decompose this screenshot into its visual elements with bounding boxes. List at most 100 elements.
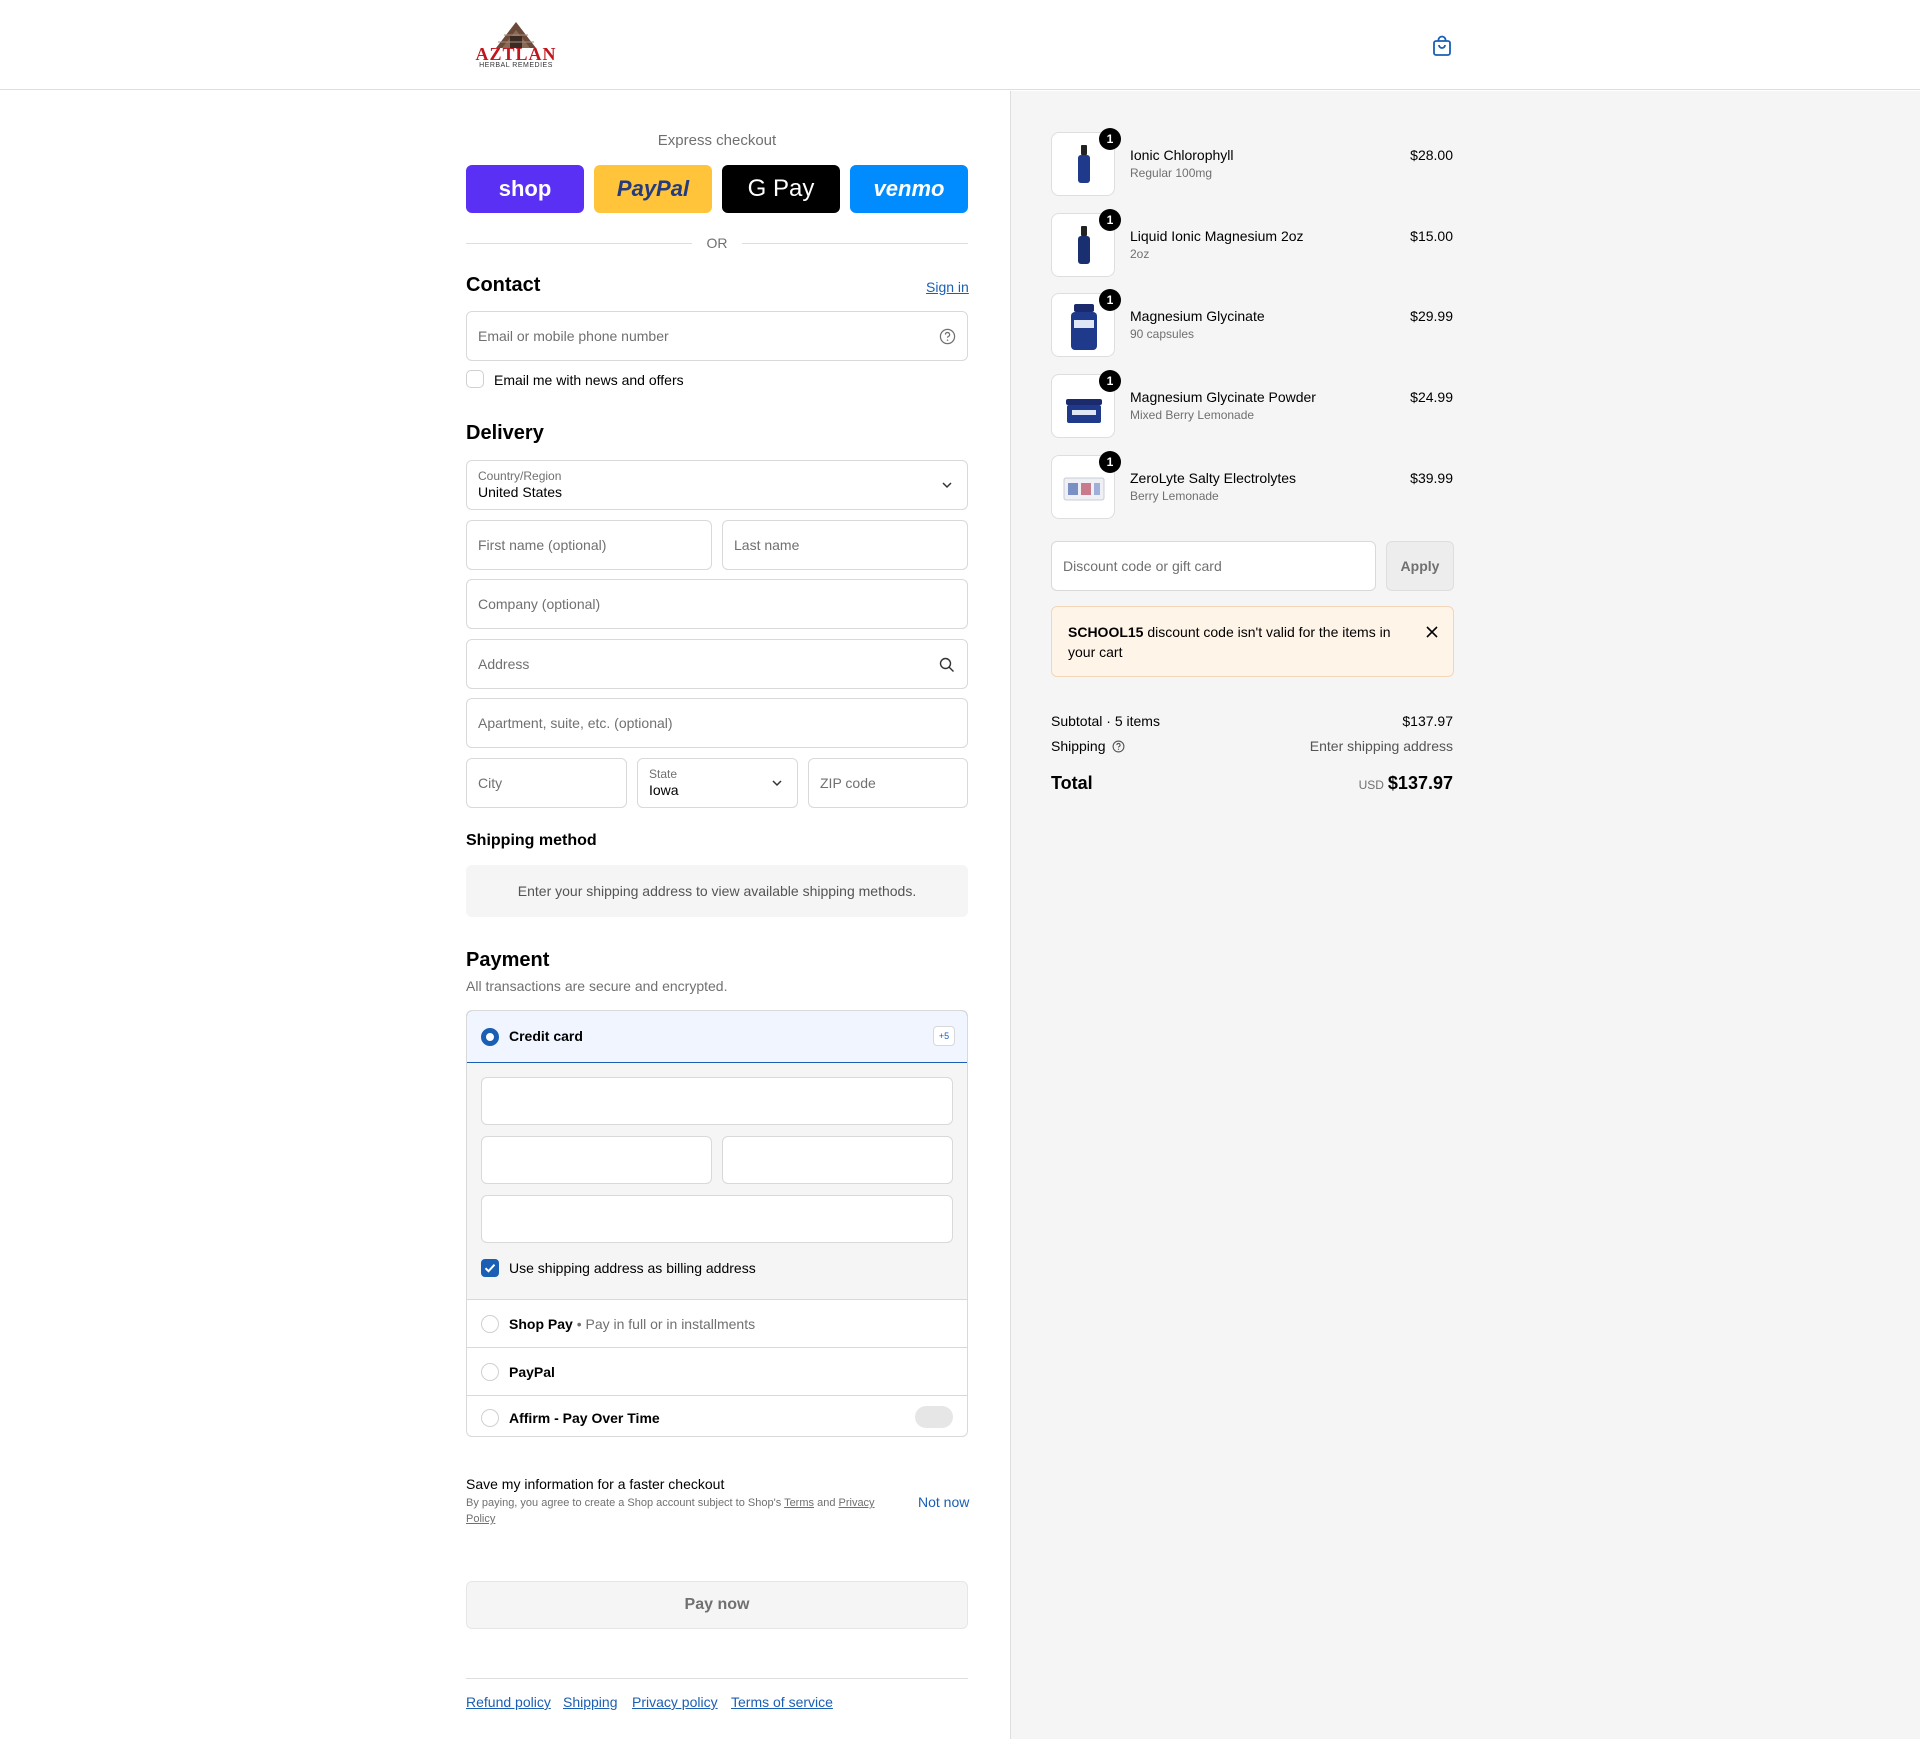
credit-card-radio[interactable]: [481, 1028, 499, 1046]
discount-error-message: SCHOOL15 discount code isn't valid for t…: [1068, 622, 1398, 662]
shipping-label-row: Shipping: [1051, 738, 1125, 754]
product-name: Magnesium Glycinate Powder: [1130, 389, 1316, 405]
paypal-radio[interactable]: [481, 1363, 499, 1381]
pay-now-label: Pay now: [684, 1596, 750, 1613]
venmo-express-button[interactable]: venmo: [850, 165, 968, 213]
first-name-input[interactable]: [467, 521, 711, 569]
apartment-field[interactable]: [466, 698, 968, 748]
product-price: $24.99: [1410, 389, 1453, 405]
express-checkout-title: Express checkout: [657, 132, 777, 149]
state-label: State: [649, 767, 678, 781]
affirm-option[interactable]: Affirm - Pay Over Time: [467, 1396, 967, 1436]
help-circle-icon[interactable]: [939, 328, 956, 345]
credit-card-option[interactable]: Credit card +5: [467, 1011, 967, 1063]
refund-policy-link[interactable]: Refund policy: [466, 1694, 551, 1710]
paypal-option[interactable]: PayPal: [467, 1348, 967, 1396]
more-cards-badge: +5: [933, 1026, 955, 1046]
total-value-row: USD $137.97: [1359, 773, 1453, 794]
payment-heading: Payment: [466, 949, 550, 971]
chevron-down-icon: [772, 780, 782, 787]
currency-code: USD: [1358, 778, 1384, 792]
shop-label: shop: [498, 176, 552, 201]
affirm-radio[interactable]: [481, 1409, 499, 1427]
state-select[interactable]: State Iowa: [637, 758, 798, 808]
credit-card-details: Use shipping address as billing address: [467, 1063, 967, 1300]
card-expiry-field[interactable]: [481, 1136, 712, 1184]
pay-now-button[interactable]: Pay now: [466, 1581, 968, 1629]
newsletter-checkbox[interactable]: [466, 370, 484, 388]
total-value: $137.97: [1387, 773, 1453, 793]
aztlan-logo[interactable]: AZTLAN HERBAL REMEDIES: [466, 18, 566, 72]
sign-in-link[interactable]: Sign in: [926, 279, 969, 295]
terms-of-service-link[interactable]: Terms of service: [731, 1694, 833, 1710]
footer-divider: [466, 1678, 968, 1679]
product-variant: 2oz: [1130, 247, 1150, 261]
zip-field[interactable]: [808, 758, 968, 808]
country-value: United States: [478, 484, 563, 500]
product-variant: Regular 100mg: [1130, 166, 1213, 180]
or-divider-text: OR: [706, 235, 728, 251]
delivery-heading: Delivery: [466, 422, 544, 444]
email-input[interactable]: [467, 312, 967, 360]
last-name-input[interactable]: [723, 521, 967, 569]
company-input[interactable]: [467, 580, 967, 628]
product-name: ZeroLyte Salty Electrolytes: [1130, 470, 1296, 486]
shopping-bag-icon[interactable]: [1430, 34, 1454, 58]
apartment-input[interactable]: [467, 699, 967, 747]
help-circle-icon[interactable]: [1112, 740, 1125, 753]
discount-code: SCHOOL15: [1068, 624, 1144, 640]
close-icon[interactable]: [1425, 625, 1439, 639]
affirm-label: Affirm - Pay Over Time: [509, 1410, 660, 1426]
shop-terms-link[interactable]: Terms: [784, 1497, 814, 1509]
shop-pay-radio[interactable]: [481, 1315, 499, 1333]
payment-subtitle: All transactions are secure and encrypte…: [466, 978, 728, 994]
shipping-method-heading: Shipping method: [466, 832, 597, 849]
card-name-field[interactable]: [481, 1195, 953, 1243]
page-header: AZTLAN HERBAL REMEDIES: [0, 0, 1920, 90]
quantity-badge: 1: [1099, 289, 1121, 311]
shipping-method-notice: Enter your shipping address to view avai…: [466, 865, 968, 917]
email-field[interactable]: [466, 311, 968, 361]
payment-methods-box: Credit card +5 Use shipping address as b…: [466, 1010, 968, 1437]
shop-pay-express-button[interactable]: shop: [466, 165, 584, 213]
first-name-field[interactable]: [466, 520, 712, 570]
quantity-badge: 1: [1099, 370, 1121, 392]
zip-input[interactable]: [809, 759, 967, 807]
card-number-field[interactable]: [481, 1077, 953, 1125]
google-pay-express-button[interactable]: G Pay: [722, 165, 840, 213]
apply-discount-button[interactable]: Apply: [1386, 541, 1454, 591]
product-price: $15.00: [1410, 228, 1453, 244]
shipping-method-notice-text: Enter your shipping address to view avai…: [517, 883, 917, 899]
discount-field[interactable]: [1051, 541, 1376, 591]
search-icon: [939, 657, 954, 672]
gpay-label: G Pay: [747, 175, 815, 202]
country-select[interactable]: Country/Region United States: [466, 460, 968, 510]
discount-input[interactable]: [1052, 542, 1375, 590]
product-variant: Berry Lemonade: [1130, 489, 1219, 503]
city-input[interactable]: [467, 759, 626, 807]
product-price: $28.00: [1410, 147, 1453, 163]
checkmark-icon: [484, 1264, 496, 1273]
apply-label: Apply: [1400, 558, 1440, 574]
billing-checkbox[interactable]: [481, 1259, 499, 1277]
logo-subtext: HERBAL REMEDIES: [479, 62, 553, 69]
paypal-express-button[interactable]: PayPal: [594, 165, 712, 213]
city-field[interactable]: [466, 758, 627, 808]
card-cvv-field[interactable]: [722, 1136, 953, 1184]
product-variant: 90 capsules: [1130, 327, 1195, 341]
last-name-field[interactable]: [722, 520, 968, 570]
company-field[interactable]: [466, 579, 968, 629]
not-now-button[interactable]: Not now: [918, 1494, 969, 1510]
address-input[interactable]: [467, 640, 967, 688]
shop-pay-option[interactable]: Shop Pay • Pay in full or in installment…: [467, 1300, 967, 1348]
privacy-policy-link[interactable]: Privacy policy: [632, 1694, 718, 1710]
address-field[interactable]: [466, 639, 968, 689]
chevron-down-icon: [942, 482, 952, 489]
save-info-title: Save my information for a faster checkou…: [466, 1476, 725, 1492]
shipping-policy-link[interactable]: Shipping: [563, 1694, 618, 1710]
shop-pay-label: Shop Pay • Pay in full or in installment…: [509, 1316, 755, 1332]
or-divider-left: [466, 243, 692, 244]
contact-heading: Contact: [466, 274, 541, 296]
shop-pay-subtitle: Pay in full or in installments: [585, 1316, 756, 1332]
or-divider-right: [742, 243, 968, 244]
